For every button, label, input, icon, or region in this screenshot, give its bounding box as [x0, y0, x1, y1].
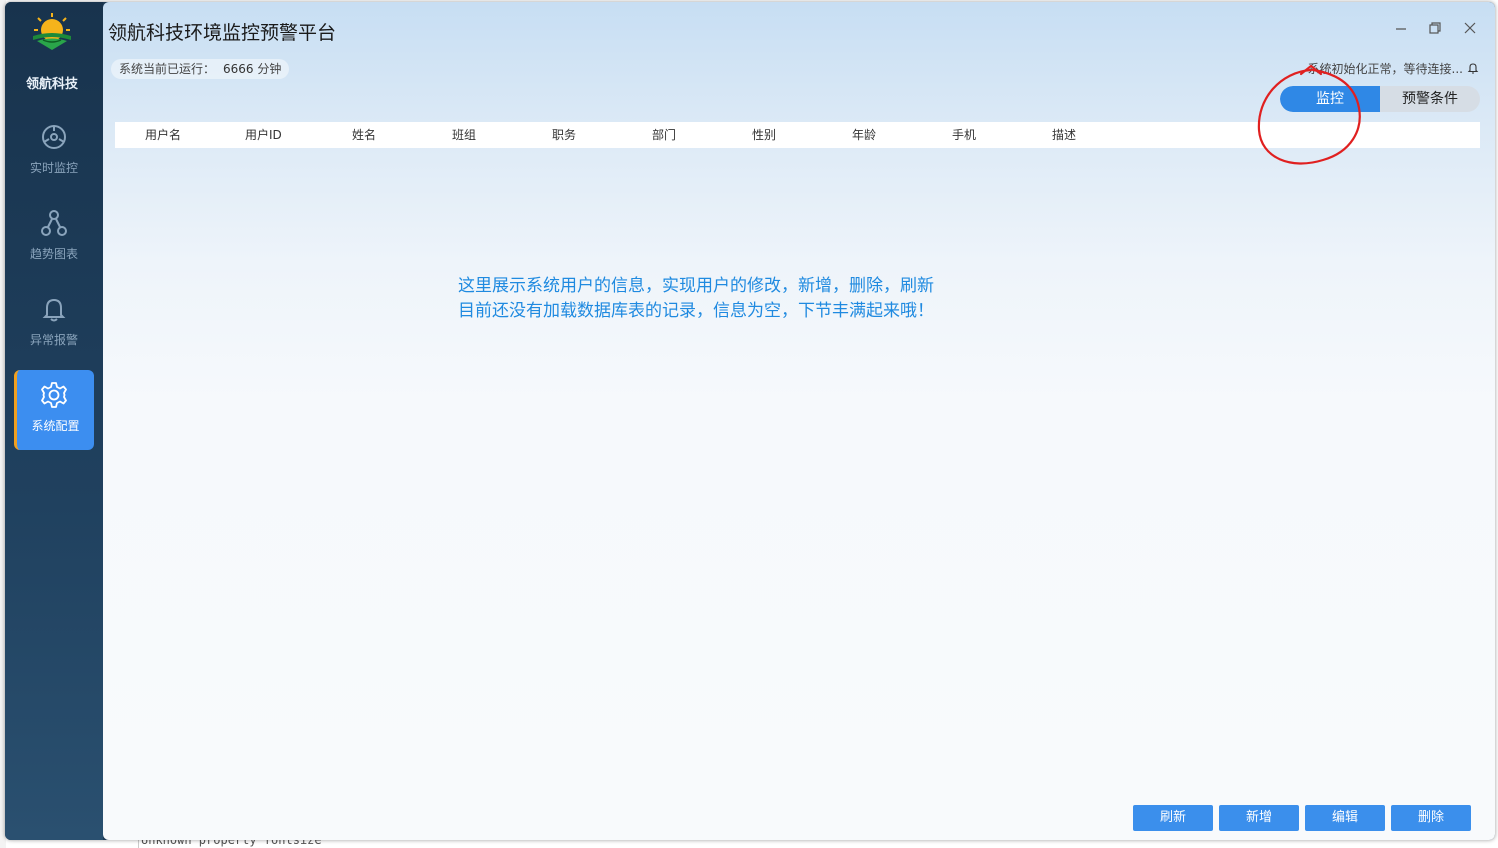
add-button[interactable]: 新增: [1219, 805, 1299, 831]
dashboard-icon: [42, 125, 66, 149]
restore-button[interactable]: [1427, 20, 1443, 36]
sidebar-item-alarms[interactable]: 异常报警: [14, 284, 94, 364]
close-icon: [1464, 22, 1476, 34]
window-title: 领航科技环境监控预警平台: [108, 22, 337, 44]
minimize-button[interactable]: [1393, 20, 1409, 36]
column-header[interactable]: 姓名: [352, 122, 376, 148]
column-header[interactable]: 用户ID: [245, 122, 282, 148]
sidebar-item-label: 趋势图表: [29, 247, 78, 261]
column-header[interactable]: 年龄: [852, 122, 876, 148]
restore-icon: [1429, 22, 1441, 34]
sidebar-item-system-config[interactable]: 系统配置: [14, 370, 94, 450]
close-button[interactable]: [1462, 20, 1478, 36]
sidebar-item-trend-chart[interactable]: 趋势图表: [14, 198, 94, 278]
column-header[interactable]: 手机: [952, 122, 976, 148]
notification-bell-icon[interactable]: [1467, 62, 1479, 74]
bell-icon: [42, 298, 66, 322]
runtime-unit: 分钟: [257, 62, 282, 76]
tab-alert-conditions[interactable]: 预警条件: [1380, 86, 1480, 112]
refresh-button[interactable]: 刷新: [1133, 805, 1213, 831]
column-header[interactable]: 职务: [552, 122, 576, 148]
runtime-label: 系统当前已运行：: [119, 62, 216, 76]
delete-button[interactable]: 删除: [1391, 805, 1471, 831]
column-header[interactable]: 描述: [1052, 122, 1076, 148]
column-header[interactable]: 性别: [752, 122, 776, 148]
tab-monitor[interactable]: 监控: [1280, 86, 1380, 112]
notice-line: 目前还没有加载数据库表的记录，信息为空，下节丰满起来哦！: [458, 301, 934, 321]
column-header[interactable]: 用户名: [145, 122, 181, 148]
sidebar-item-label: 实时监控: [29, 161, 78, 175]
runtime-value: 6666: [223, 62, 254, 76]
status-message: 系统初始化正常，等待连接...: [1307, 62, 1463, 76]
column-header[interactable]: 班组: [452, 122, 476, 148]
notice-line: 这里展示系统用户的信息，实现用户的修改，新增，删除，刷新: [458, 276, 934, 296]
logo-icon: [33, 13, 71, 50]
sidebar: 领航科技 实时监控 趋势图表 异常报警 系统配置: [5, 2, 103, 840]
app-window: 领航科技 实时监控 趋势图表 异常报警 系统配置 领航科技环境监控预警平台 系统…: [5, 2, 1495, 840]
sidebar-item-label: 系统配置: [31, 419, 80, 433]
column-header[interactable]: 部门: [652, 122, 676, 148]
runtime-indicator: 系统当前已运行： 6666 分钟: [111, 59, 290, 79]
minimize-icon: [1396, 28, 1406, 30]
brand-name: 领航科技: [25, 77, 78, 92]
sidebar-item-realtime-monitor[interactable]: 实时监控: [14, 112, 94, 192]
main-content: 领航科技环境监控预警平台 系统当前已运行： 6666 分钟 系统初始化正常，等待连…: [103, 2, 1495, 840]
sidebar-item-label: 异常报警: [29, 333, 78, 347]
view-tab-switch: 监控 预警条件: [1280, 86, 1480, 112]
gear-icon: [41, 382, 67, 408]
network-nodes-icon: [41, 210, 67, 236]
user-table-header: 用户名 用户ID 姓名 班组 职务 部门 性别 年龄 手机 描述: [115, 122, 1480, 148]
edit-button[interactable]: 编辑: [1305, 805, 1385, 831]
empty-state-notice: 这里展示系统用户的信息，实现用户的修改，新增，删除，刷新 目前还没有加载数据库表…: [458, 274, 934, 324]
